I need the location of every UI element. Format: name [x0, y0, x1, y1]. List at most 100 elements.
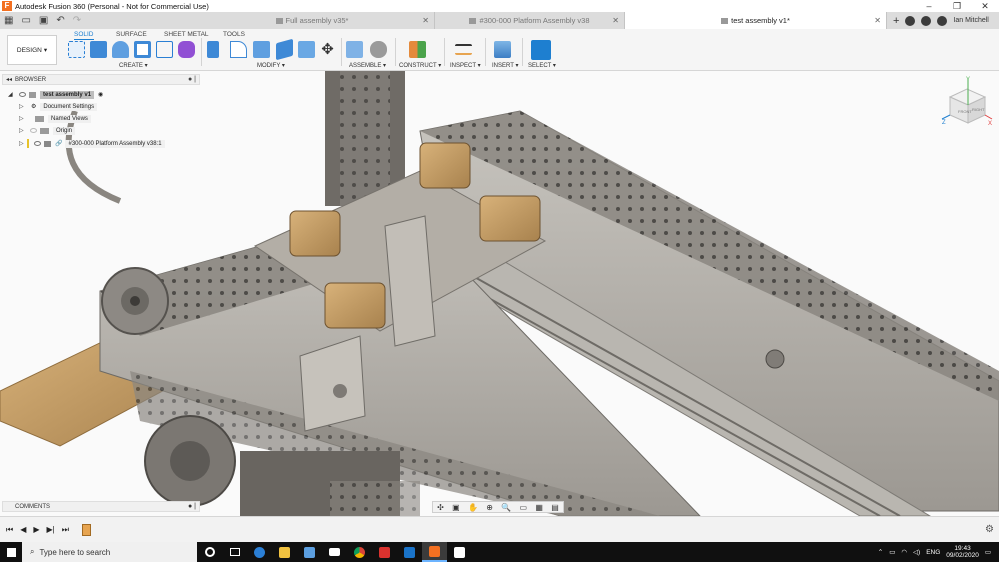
- taskbar-search-box[interactable]: ⌕ Type here to search: [22, 542, 197, 562]
- tab-test-assembly[interactable]: test assembly v1* ✕: [625, 12, 887, 29]
- network-icon[interactable]: ▭: [889, 548, 895, 556]
- tab-full-assembly[interactable]: Full assembly v35* ✕: [190, 12, 435, 29]
- tab-tools[interactable]: TOOLS: [223, 31, 245, 38]
- tree-root[interactable]: ◢ test assembly v1 ◉: [8, 89, 103, 100]
- redo-icon[interactable]: ↷: [73, 15, 81, 26]
- collapse-arrows-icon[interactable]: ◂◂: [6, 76, 12, 83]
- select-menu[interactable]: SELECT ▾: [528, 62, 556, 69]
- press-pull-icon[interactable]: [207, 41, 219, 58]
- extrude-icon[interactable]: [90, 41, 107, 58]
- collapse-triangle-icon[interactable]: ◢: [8, 91, 16, 98]
- minimize-button[interactable]: –: [915, 0, 943, 12]
- display-settings-icon[interactable]: ▭: [520, 503, 528, 512]
- undo-icon[interactable]: ↶: [56, 15, 64, 26]
- tree-item-origin[interactable]: ▷ Origin: [19, 125, 76, 136]
- offset-plane-icon[interactable]: [409, 41, 426, 58]
- viewcube-right-label[interactable]: RIGHT: [972, 107, 985, 112]
- chamfer-icon[interactable]: [253, 41, 270, 58]
- create-sketch-icon[interactable]: [68, 41, 85, 58]
- user-name[interactable]: Ian Mitchell: [953, 17, 988, 24]
- file-explorer-icon[interactable]: [272, 542, 297, 562]
- expand-triangle-icon[interactable]: ▷: [19, 140, 27, 147]
- task-view-icon[interactable]: [222, 542, 247, 562]
- comments-pin-icon[interactable]: ● |: [188, 503, 196, 510]
- show-hidden-icons-chevron-icon[interactable]: ⌃: [878, 548, 883, 556]
- zoom-fit-icon[interactable]: ⊕: [486, 503, 493, 512]
- modify-menu[interactable]: MODIFY ▾: [257, 62, 285, 69]
- new-tab-plus-icon[interactable]: +: [893, 15, 899, 27]
- move-icon[interactable]: ✥: [319, 41, 336, 58]
- construct-menu[interactable]: CONSTRUCT ▾: [399, 62, 441, 69]
- tree-item-label[interactable]: #300-000 Platform Assembly v38:1: [65, 139, 165, 148]
- photos-icon[interactable]: [447, 542, 472, 562]
- timeline-feature-icon[interactable]: [81, 523, 91, 536]
- tree-item-label[interactable]: Named Views: [48, 114, 91, 123]
- new-component-icon[interactable]: [178, 41, 195, 58]
- close-tab-icon[interactable]: ✕: [422, 16, 429, 25]
- store-icon[interactable]: [297, 542, 322, 562]
- wifi-icon[interactable]: ◠: [901, 548, 907, 556]
- clock[interactable]: 19:43 09/02/2020: [946, 545, 979, 560]
- job-status-icon[interactable]: [905, 15, 916, 26]
- active-radio-icon[interactable]: ◉: [98, 91, 103, 98]
- create-menu[interactable]: CREATE ▾: [119, 62, 148, 69]
- shell-icon[interactable]: [298, 41, 315, 58]
- insert-image-icon[interactable]: [494, 41, 511, 58]
- measure-icon[interactable]: [455, 44, 472, 55]
- edge-browser-icon[interactable]: [247, 542, 272, 562]
- visibility-eye-icon[interactable]: [19, 92, 26, 97]
- visibility-eye-icon[interactable]: [34, 141, 41, 146]
- go-to-end-icon[interactable]: ⏭: [62, 525, 69, 535]
- step-back-icon[interactable]: ◀: [20, 525, 26, 534]
- pan-hand-icon[interactable]: ✋: [468, 503, 478, 512]
- save-icon[interactable]: ▣: [39, 15, 48, 26]
- assemble-menu[interactable]: ASSEMBLE ▾: [349, 62, 386, 69]
- tree-item-document-settings[interactable]: ▷ ⚙ Document Settings: [19, 101, 98, 112]
- viewports-icon[interactable]: ▤: [551, 503, 559, 512]
- browser-panel-header[interactable]: ◂◂ BROWSER ● |: [2, 74, 200, 85]
- play-icon[interactable]: ▶: [33, 525, 39, 534]
- step-forward-icon[interactable]: ▶|: [47, 525, 55, 534]
- joint-icon[interactable]: [370, 41, 387, 58]
- visibility-eye-icon[interactable]: [30, 128, 37, 133]
- expand-triangle-icon[interactable]: ▷: [19, 103, 27, 110]
- viewcube-front-label[interactable]: FRONT: [958, 109, 972, 114]
- expand-triangle-icon[interactable]: ▷: [19, 127, 27, 134]
- tree-item-label[interactable]: Document Settings: [40, 102, 98, 111]
- grid-settings-icon[interactable]: ▦: [535, 503, 543, 512]
- workspace-switcher[interactable]: DESIGN ▾: [7, 35, 57, 65]
- select-cursor-icon[interactable]: [531, 40, 551, 60]
- go-to-start-icon[interactable]: ⏮: [6, 525, 13, 535]
- notifications-icon[interactable]: [921, 15, 932, 26]
- data-panel-grid-icon[interactable]: ▦: [4, 15, 13, 26]
- tree-item-platform-assembly[interactable]: ▷ 🔗 #300-000 Platform Assembly v38:1: [19, 138, 165, 149]
- viewcube[interactable]: Y Z X FRONT RIGHT: [940, 75, 995, 130]
- tab-solid[interactable]: SOLID: [74, 31, 94, 40]
- tab-sheet-metal[interactable]: SHEET METAL: [164, 31, 209, 38]
- help-icon[interactable]: [937, 15, 948, 26]
- volume-icon[interactable]: ◁): [913, 548, 920, 556]
- rectangular-pattern-icon[interactable]: [156, 41, 173, 58]
- comments-panel-header[interactable]: COMMENTS ● |: [2, 501, 200, 512]
- close-button[interactable]: ✕: [971, 0, 999, 12]
- expand-triangle-icon[interactable]: ▷: [19, 115, 27, 122]
- fillet-icon[interactable]: [230, 41, 247, 58]
- tab-platform-assembly[interactable]: #300-000 Platform Assembly v38 ✕: [435, 12, 625, 29]
- close-tab-icon[interactable]: ✕: [612, 16, 619, 25]
- tree-item-named-views[interactable]: ▷ Named Views: [19, 113, 91, 124]
- look-at-icon[interactable]: ▣: [452, 503, 460, 512]
- tab-surface[interactable]: SURFACE: [116, 31, 147, 38]
- start-button[interactable]: [0, 542, 22, 562]
- revolve-icon[interactable]: [112, 41, 129, 58]
- browser-pin-icon[interactable]: ● |: [188, 76, 196, 83]
- timeline-settings-gear-icon[interactable]: ⚙: [985, 524, 994, 535]
- file-menu-icon[interactable]: ▭: [21, 15, 30, 26]
- zoom-icon[interactable]: 🔍: [501, 503, 511, 512]
- orbit-icon[interactable]: ✣: [437, 503, 444, 512]
- fusion-360-taskbar-icon[interactable]: [422, 542, 447, 562]
- inspect-menu[interactable]: INSPECT ▾: [450, 62, 481, 69]
- language-indicator[interactable]: ENG: [926, 549, 940, 556]
- cortana-icon[interactable]: [197, 542, 222, 562]
- chrome-icon[interactable]: [347, 542, 372, 562]
- insert-menu[interactable]: INSERT ▾: [492, 62, 518, 69]
